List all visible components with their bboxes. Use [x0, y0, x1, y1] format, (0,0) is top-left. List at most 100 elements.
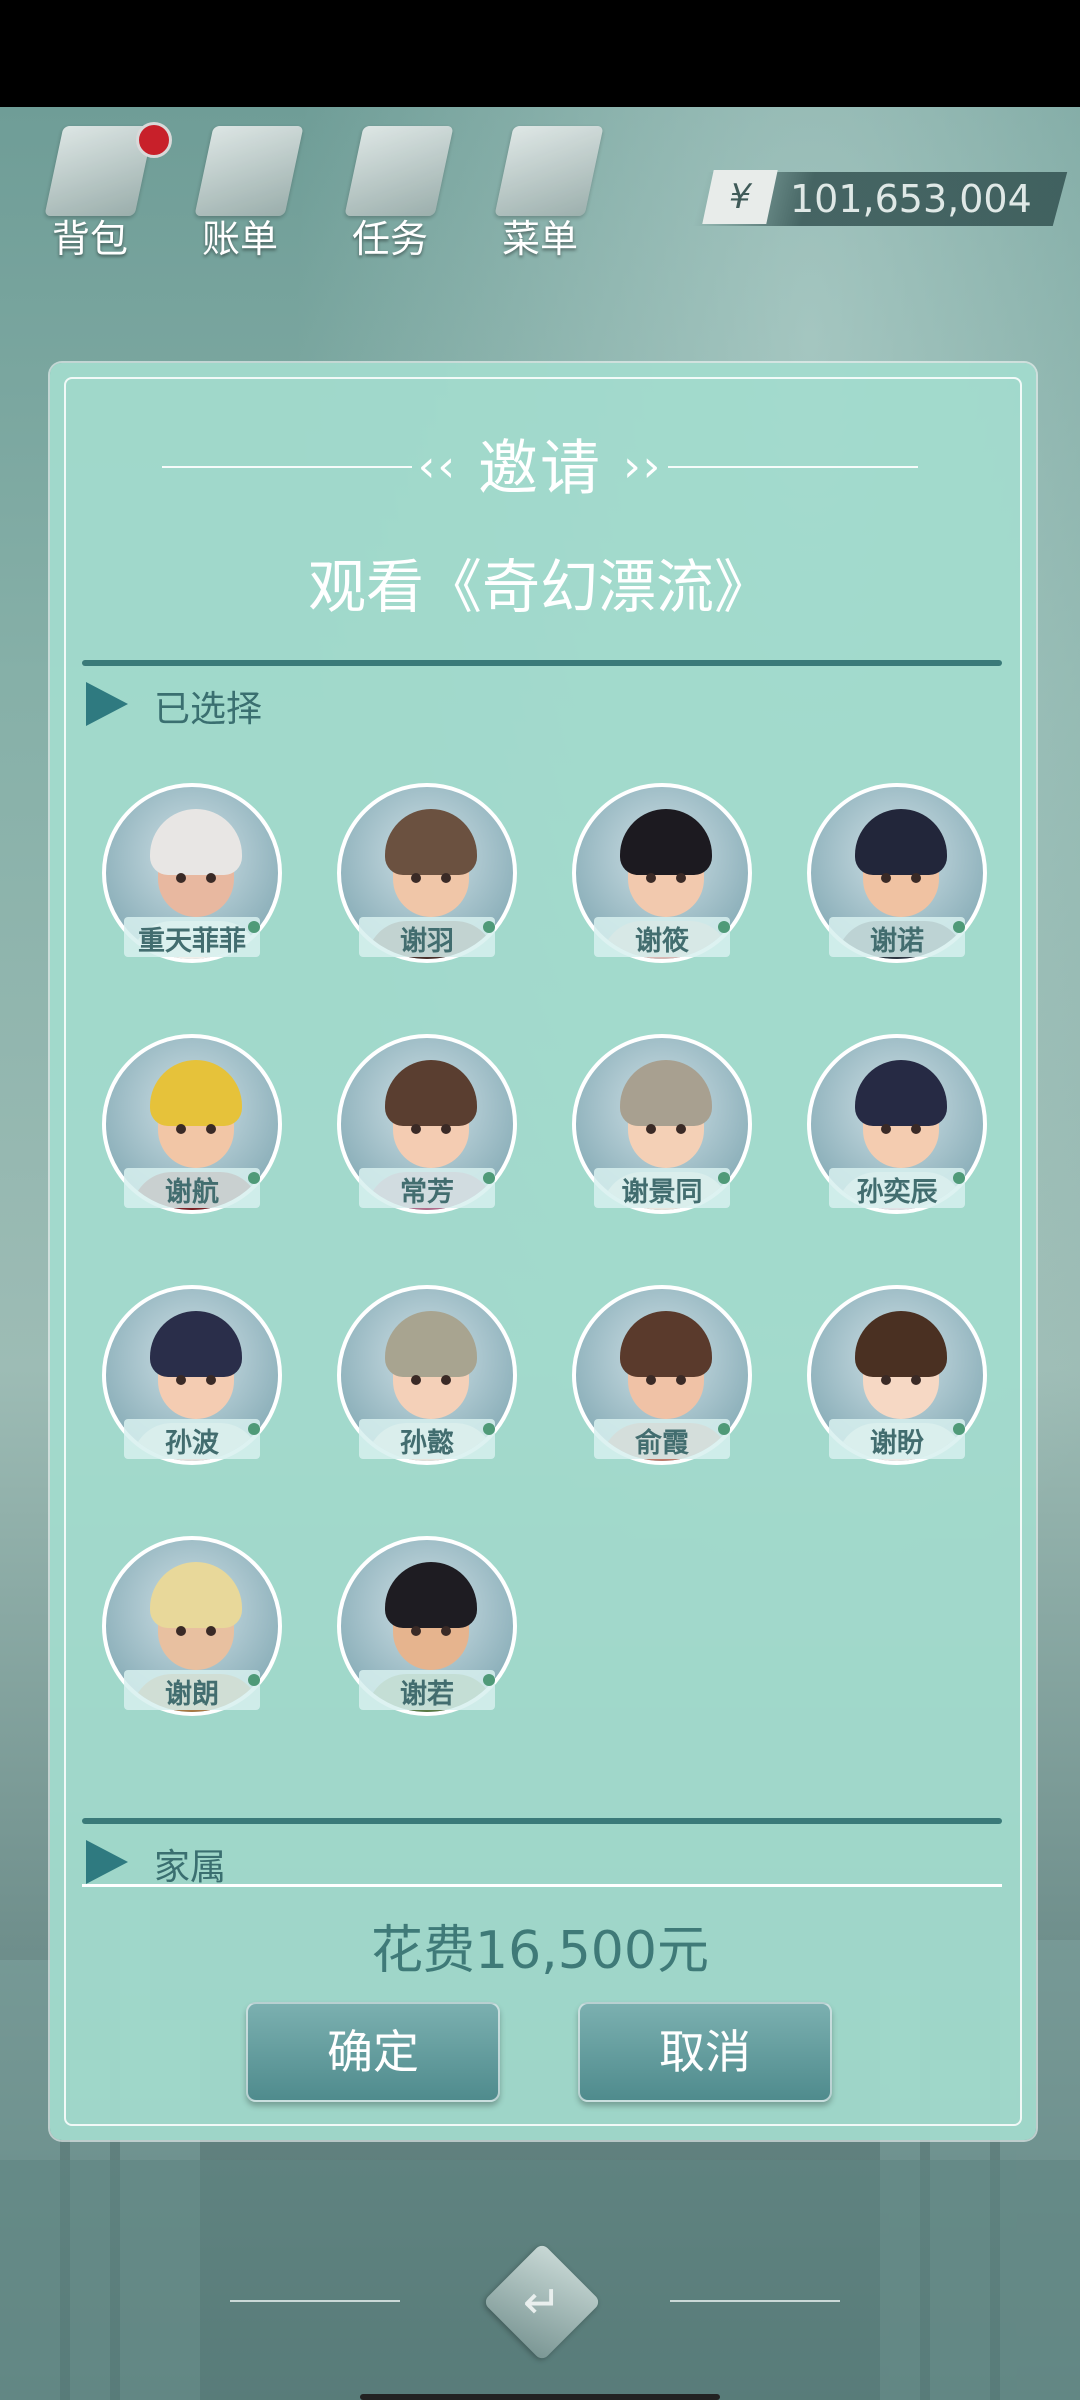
avatar-hair — [620, 1311, 712, 1377]
bill-icon — [194, 126, 304, 216]
status-dot-icon — [248, 1423, 260, 1435]
avatar-eye — [411, 1375, 421, 1385]
status-dot-icon — [953, 1172, 965, 1184]
family-section-bar — [82, 1818, 1002, 1824]
avatar-eye — [676, 873, 686, 883]
character-avatar[interactable]: 谢筱 — [572, 783, 752, 963]
money-value: 101,653,004 — [790, 177, 1032, 221]
dialog-title-text: 邀请 — [478, 434, 602, 504]
chevron-left-icon: ‹‹ — [417, 441, 457, 492]
character-avatar[interactable]: 孙波 — [102, 1285, 282, 1465]
avatar-eye — [411, 873, 421, 883]
family-label[interactable]: 家属 — [154, 1838, 226, 1890]
status-dot-icon — [483, 1423, 495, 1435]
avatar-eye — [646, 1124, 656, 1134]
ornament-left — [230, 2300, 400, 2302]
avatar-eye — [176, 1124, 186, 1134]
character-avatar[interactable]: 谢朗 — [102, 1536, 282, 1716]
avatar-hair — [855, 1311, 947, 1377]
selected-marker-icon — [86, 682, 128, 726]
confirm-button[interactable]: 确定 — [246, 2002, 500, 2102]
character-avatar[interactable]: 孙奕辰 — [807, 1034, 987, 1214]
avatar-hair — [620, 809, 712, 875]
menu-button[interactable]: 菜单 — [480, 120, 610, 261]
task-icon — [344, 126, 454, 216]
avatar-eye — [911, 873, 921, 883]
selected-section-bar — [82, 660, 1002, 666]
character-avatar[interactable]: 谢航 — [102, 1034, 282, 1214]
avatar-eye — [206, 873, 216, 883]
task-label: 任务 — [351, 217, 428, 261]
ornament-right — [670, 2300, 840, 2302]
avatar-hair — [150, 809, 242, 875]
task-button[interactable]: 任务 — [330, 120, 460, 261]
avatar-eye — [676, 1124, 686, 1134]
menu-icon — [494, 126, 604, 216]
status-dot-icon — [248, 1172, 260, 1184]
currency-icon: ¥ — [702, 170, 778, 224]
avatar-hair — [620, 1060, 712, 1126]
status-dot-icon — [483, 1674, 495, 1686]
dialog-title: ‹‹ 邀请 ›› — [0, 420, 1080, 507]
dialog-subtitle: 观看《奇幻漂流》 — [307, 553, 772, 621]
character-avatar[interactable]: 常芳 — [337, 1034, 517, 1214]
avatar-hair — [150, 1562, 242, 1628]
avatar-eye — [646, 1375, 656, 1385]
family-marker-icon — [86, 1840, 128, 1884]
avatar-eye — [206, 1626, 216, 1636]
avatar-eye — [441, 1375, 451, 1385]
avatar-eye — [176, 1375, 186, 1385]
avatar-eye — [911, 1375, 921, 1385]
status-dot-icon — [953, 921, 965, 933]
avatar-hair — [385, 809, 477, 875]
menu-label: 菜单 — [501, 217, 578, 261]
avatar-eye — [441, 1626, 451, 1636]
home-indicator — [360, 2394, 720, 2400]
status-dot-icon — [953, 1423, 965, 1435]
notification-dot — [136, 122, 172, 158]
back-icon: ↵ — [522, 2275, 562, 2329]
avatar-eye — [911, 1124, 921, 1134]
avatar-eye — [646, 873, 656, 883]
character-avatar[interactable]: 孙懿 — [337, 1285, 517, 1465]
chevron-right-icon: ›› — [623, 441, 663, 492]
avatar-eye — [206, 1375, 216, 1385]
avatar-hair — [385, 1311, 477, 1377]
avatar-eye — [676, 1375, 686, 1385]
family-divider — [82, 1884, 1002, 1887]
avatar-eye — [176, 873, 186, 883]
status-dot-icon — [248, 921, 260, 933]
character-avatar[interactable]: 谢羽 — [337, 783, 517, 963]
status-dot-icon — [718, 1172, 730, 1184]
status-dot-icon — [248, 1674, 260, 1686]
avatar-hair — [855, 809, 947, 875]
character-avatar[interactable]: 谢诺 — [807, 783, 987, 963]
bill-button[interactable]: 账单 — [180, 120, 310, 261]
character-avatar[interactable]: 谢景同 — [572, 1034, 752, 1214]
character-avatar[interactable]: 谢若 — [337, 1536, 517, 1716]
status-dot-icon — [483, 1172, 495, 1184]
avatar-eye — [411, 1626, 421, 1636]
status-dot-icon — [483, 921, 495, 933]
selected-label: 已选择 — [154, 689, 263, 730]
cost-text: 花费16,500元 — [371, 1921, 709, 1981]
avatar-eye — [441, 1124, 451, 1134]
avatar-hair — [150, 1060, 242, 1126]
status-dot-icon — [718, 1423, 730, 1435]
avatar-eye — [411, 1124, 421, 1134]
avatar-hair — [385, 1562, 477, 1628]
avatar-hair — [385, 1060, 477, 1126]
character-avatar[interactable]: 谢盼 — [807, 1285, 987, 1465]
avatar-eye — [176, 1626, 186, 1636]
cancel-button[interactable]: 取消 — [578, 2002, 832, 2102]
status-dot-icon — [718, 921, 730, 933]
avatar-eye — [441, 873, 451, 883]
avatar-eye — [881, 873, 891, 883]
bag-label: 背包 — [51, 217, 128, 261]
character-avatar[interactable]: 重天菲菲 — [102, 783, 282, 963]
character-avatar[interactable]: 俞霞 — [572, 1285, 752, 1465]
avatar-eye — [881, 1375, 891, 1385]
avatar-hair — [855, 1060, 947, 1126]
avatar-eye — [881, 1124, 891, 1134]
avatar-hair — [150, 1311, 242, 1377]
